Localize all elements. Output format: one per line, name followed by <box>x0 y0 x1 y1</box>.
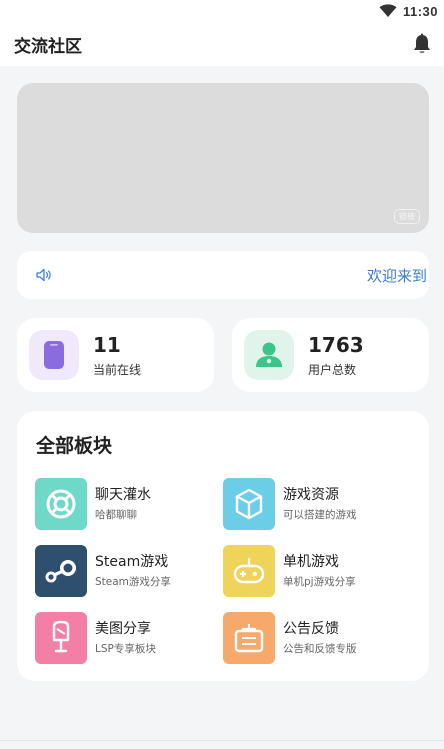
page-title: 交流社区 <box>14 36 82 57</box>
online-count: 11 <box>93 332 121 357</box>
board-desc: 公告和反馈专版 <box>283 643 357 655</box>
board-name: 游戏资源 <box>283 487 339 503</box>
board-desc: Steam游戏分享 <box>95 576 171 588</box>
steam-icon <box>35 545 87 597</box>
board-desc: 单机pj游戏分享 <box>283 576 356 588</box>
board-desc: 可以搭建的游戏 <box>283 509 357 521</box>
gamepad-icon <box>223 545 275 597</box>
bottom-bar <box>0 740 444 749</box>
board-game-resources[interactable]: 游戏资源 可以搭建的游戏 <box>223 478 413 530</box>
popsicle-icon <box>35 612 87 664</box>
notice-text: 欢迎来到 <box>367 266 428 285</box>
users-label: 用户总数 <box>308 362 357 377</box>
board-chat[interactable]: 聊天灌水 哈都聊聊 <box>35 478 225 530</box>
bell-icon[interactable] <box>412 33 432 55</box>
wifi-icon <box>379 4 397 17</box>
status-bar: 11:30 <box>0 0 444 22</box>
banner-carousel[interactable]: 链接 <box>17 83 429 233</box>
notice-bar[interactable]: 欢迎来到 <box>17 251 429 299</box>
all-sections-card: 全部板块 聊天灌水 哈都聊聊 游戏资源 可以搭建的游戏 Steam游戏 Stea… <box>17 411 429 681</box>
speaker-icon <box>36 268 51 282</box>
board-desc: LSP专享板块 <box>95 643 156 655</box>
board-name: Steam游戏 <box>95 554 169 570</box>
users-stat-card: 1763 用户总数 <box>232 318 429 392</box>
online-label: 当前在线 <box>93 362 142 377</box>
board-announcements[interactable]: 公告反馈 公告和反馈专版 <box>223 612 413 664</box>
board-photo-share[interactable]: 美图分享 LSP专享板块 <box>35 612 225 664</box>
board-name: 美图分享 <box>95 621 151 637</box>
phone-icon <box>29 330 79 380</box>
user-icon <box>244 330 294 380</box>
lifebuoy-icon <box>35 478 87 530</box>
sections-title: 全部板块 <box>36 435 113 457</box>
app-screen: 11:30 交流社区 链接 欢迎来到 11 当前在线 1763 用户总数 全部板… <box>0 0 444 749</box>
cube-icon <box>223 478 275 530</box>
board-single-player[interactable]: 单机游戏 单机pj游戏分享 <box>223 545 413 597</box>
board-name: 聊天灌水 <box>95 487 151 503</box>
board-name: 公告反馈 <box>283 621 339 637</box>
app-header: 交流社区 <box>0 22 444 66</box>
banner-tag: 链接 <box>394 209 420 224</box>
users-count: 1763 <box>308 332 364 357</box>
board-desc: 哈都聊聊 <box>95 509 137 521</box>
status-time: 11:30 <box>402 3 438 19</box>
online-stat-card: 11 当前在线 <box>17 318 214 392</box>
board-name: 单机游戏 <box>283 554 339 570</box>
board-steam-games[interactable]: Steam游戏 Steam游戏分享 <box>35 545 225 597</box>
notice-board-icon <box>223 612 275 664</box>
